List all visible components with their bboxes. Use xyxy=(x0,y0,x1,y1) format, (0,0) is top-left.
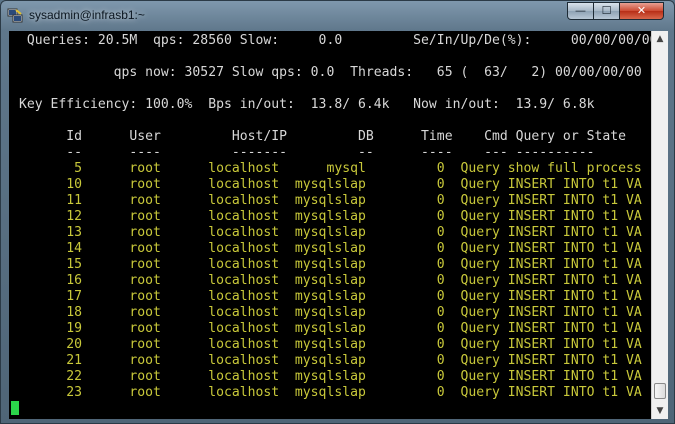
column-headers: Id User Host/IP DB Time Cmd Query or Sta… xyxy=(19,129,626,144)
process-row: 13 root localhost mysqlslap 0 Query INSE… xyxy=(19,225,642,240)
up-arrow-icon[interactable]: ▲ xyxy=(653,32,667,46)
header-key-efficiency-line: Key Efficiency: 100.0% Bps in/out: 13.8/… xyxy=(19,97,595,112)
close-button[interactable]: ✕ xyxy=(619,2,664,20)
header-queries-line: Queries: 20.5M qps: 28560 Slow: 0.0 Se/I… xyxy=(19,33,651,48)
process-row: 21 root localhost mysqlslap 0 Query INSE… xyxy=(19,353,642,368)
process-row: 20 root localhost mysqlslap 0 Query INSE… xyxy=(19,337,642,352)
putty-icon[interactable] xyxy=(7,7,23,23)
minimize-button[interactable]: — xyxy=(567,2,594,20)
process-row: 14 root localhost mysqlslap 0 Query INSE… xyxy=(19,241,642,256)
process-row: 22 root localhost mysqlslap 0 Query INSE… xyxy=(19,369,642,384)
terminal-area[interactable]: Queries: 20.5M qps: 28560 Slow: 0.0 Se/I… xyxy=(9,31,651,419)
process-row: 23 root localhost mysqlslap 0 Query INSE… xyxy=(19,385,642,400)
down-arrow-icon[interactable]: ▼ xyxy=(653,404,667,418)
vertical-scrollbar[interactable]: ▲ ▼ xyxy=(651,31,668,419)
process-row: 12 root localhost mysqlslap 0 Query INSE… xyxy=(19,209,642,224)
terminal-cursor xyxy=(11,401,19,415)
header-threads-line: qps now: 30527 Slow qps: 0.0 Threads: 65… xyxy=(19,65,642,80)
terminal-window: sysadmin@infrasb1:~ — ☐ ✕ Queries: 20.5M… xyxy=(0,0,675,424)
maximize-button[interactable]: ☐ xyxy=(593,2,620,20)
process-row: 19 root localhost mysqlslap 0 Query INSE… xyxy=(19,321,642,336)
column-underline: -- ---- ------- -- ---- --- ---------- xyxy=(19,145,595,160)
process-row: 17 root localhost mysqlslap 0 Query INSE… xyxy=(19,289,642,304)
process-row: 11 root localhost mysqlslap 0 Query INSE… xyxy=(19,193,642,208)
scrollbar-thumb[interactable] xyxy=(654,383,666,399)
process-row: 15 root localhost mysqlslap 0 Query INSE… xyxy=(19,257,642,272)
process-row: 5 root localhost mysql 0 Query show full… xyxy=(19,161,642,176)
process-row: 18 root localhost mysqlslap 0 Query INSE… xyxy=(19,305,642,320)
window-title: sysadmin@infrasb1:~ xyxy=(29,8,145,22)
process-row: 16 root localhost mysqlslap 0 Query INSE… xyxy=(19,273,642,288)
process-row: 10 root localhost mysqlslap 0 Query INSE… xyxy=(19,177,642,192)
title-bar[interactable]: sysadmin@infrasb1:~ — ☐ ✕ xyxy=(1,1,674,31)
